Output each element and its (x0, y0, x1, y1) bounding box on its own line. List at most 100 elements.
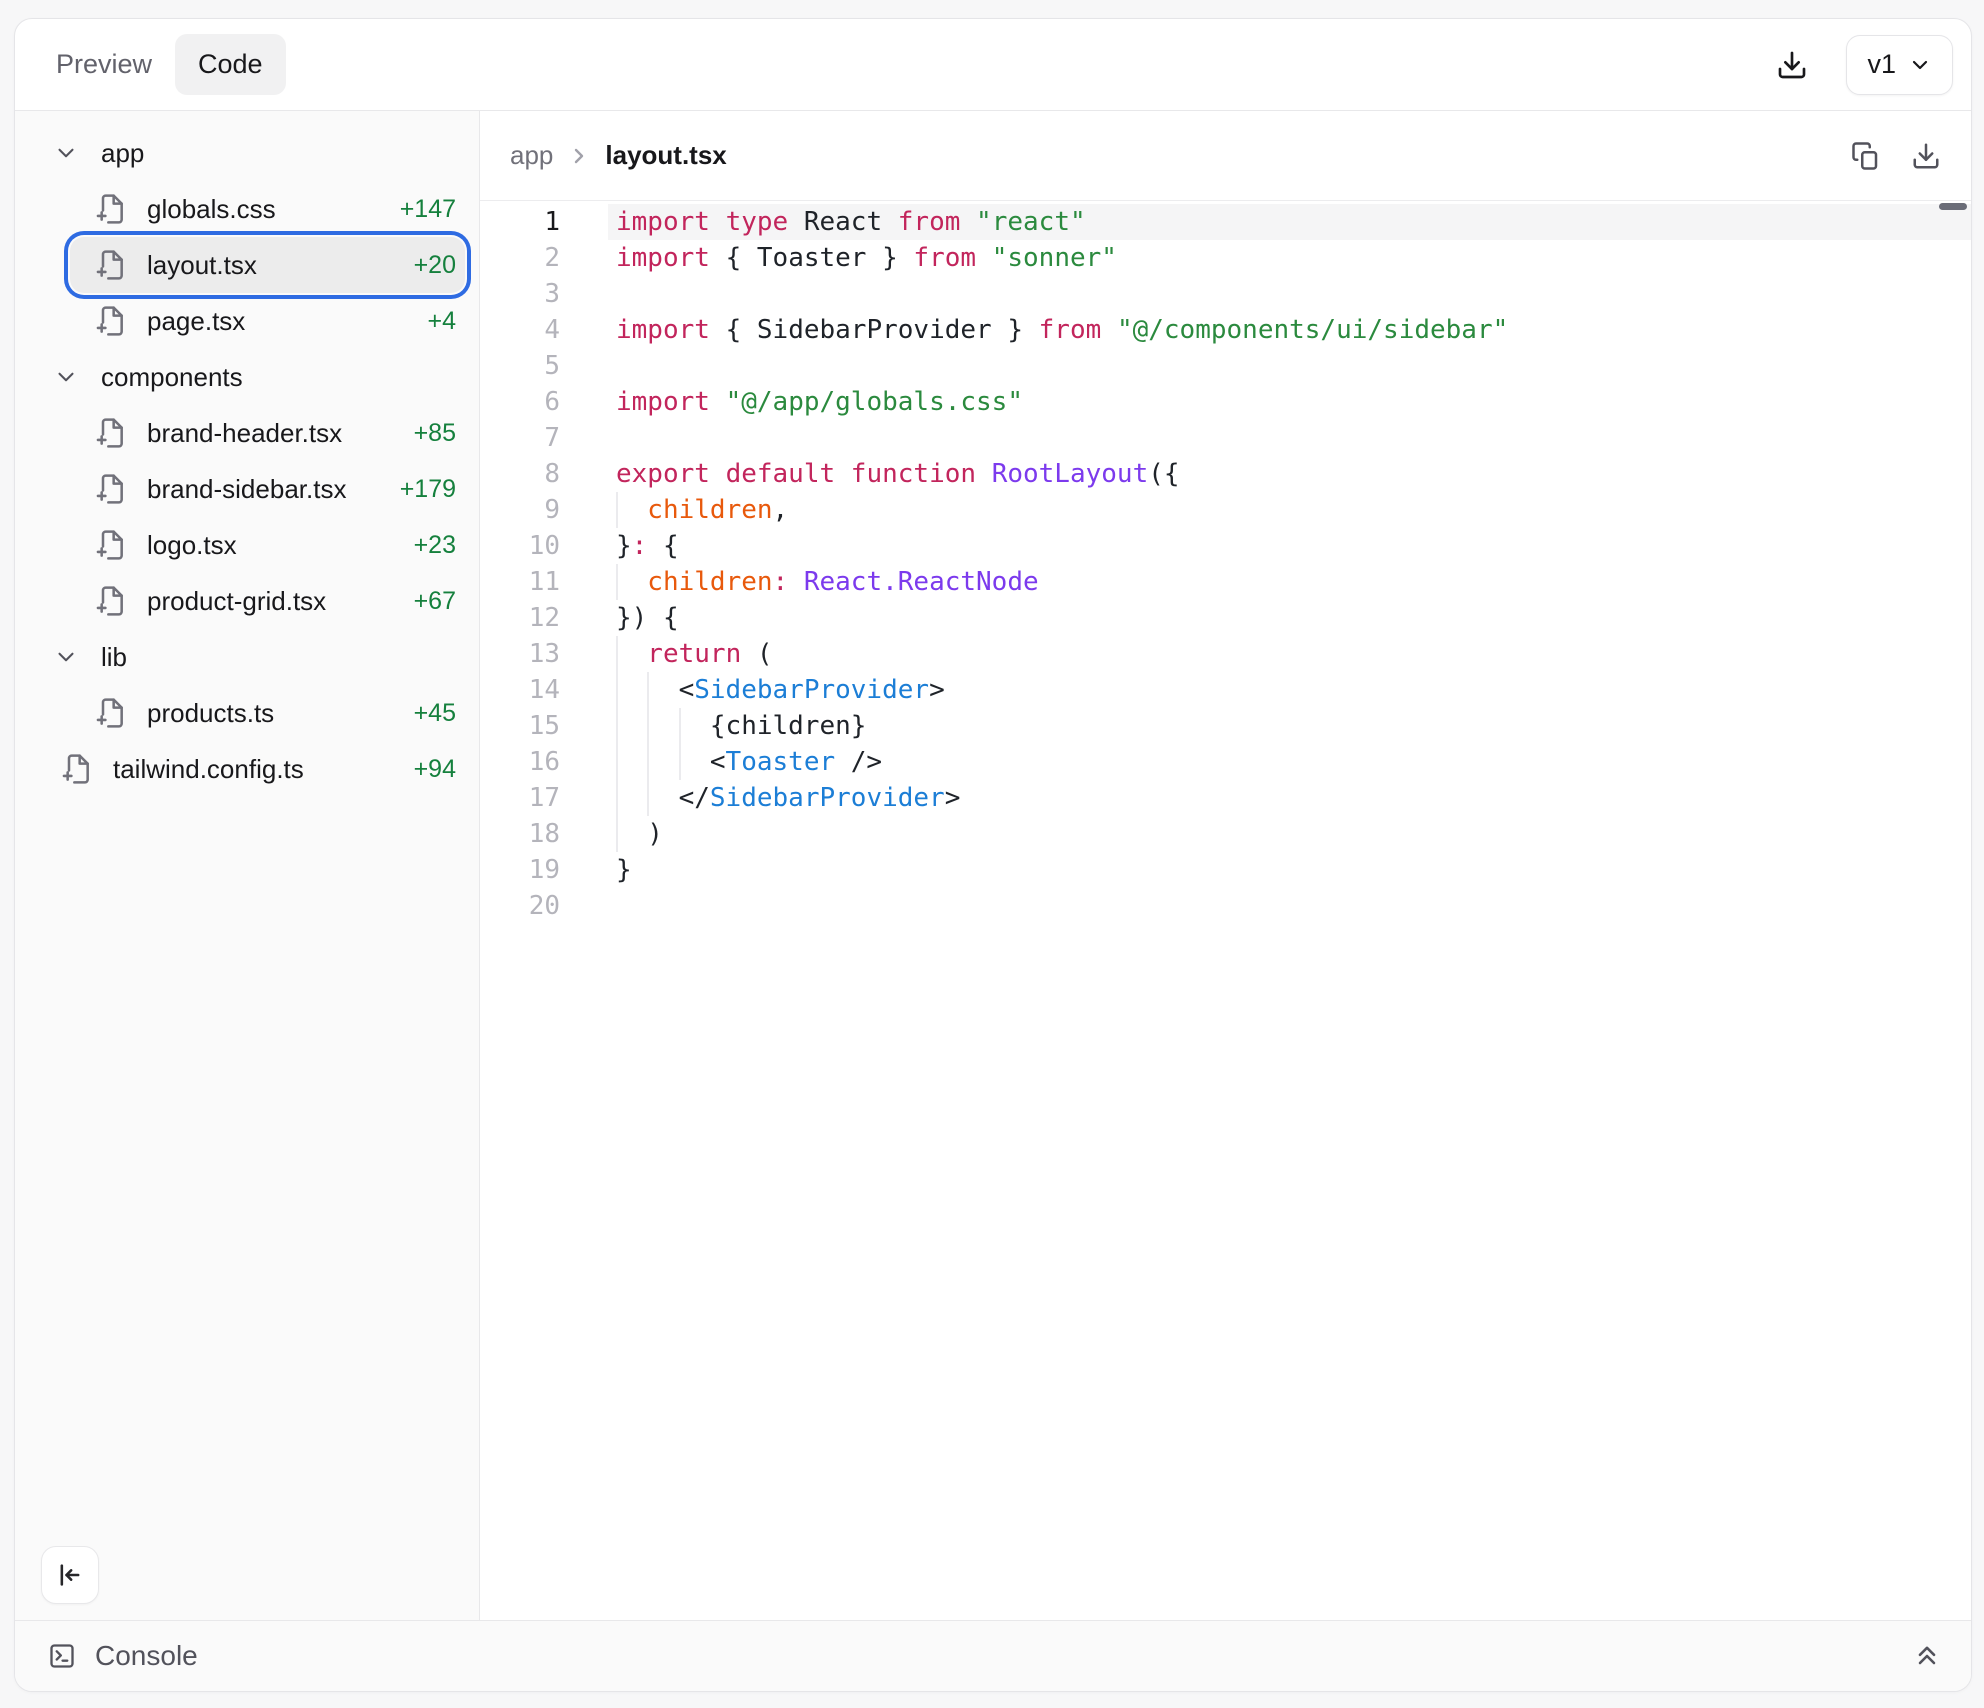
line-number: 16 (480, 744, 560, 780)
diff-added-badge: +179 (400, 475, 456, 504)
chevron-right-icon (567, 144, 591, 168)
line-content: {children} (608, 708, 1971, 744)
file-name: layout.tsx (147, 250, 257, 281)
folder-row-components[interactable]: components (15, 349, 465, 405)
file-row-page-tsx[interactable]: page.tsx+4 (70, 293, 465, 349)
line-content: }: { (608, 528, 1971, 564)
console-label: Console (95, 1640, 198, 1672)
code-line: 8 export default function RootLayout({ (480, 456, 1971, 492)
indent-guide (616, 708, 647, 744)
file-plus-icon (95, 193, 127, 225)
line-number: 20 (480, 888, 560, 924)
line-content: children: React.ReactNode (608, 564, 1971, 600)
diff-added-badge: +94 (414, 755, 456, 784)
indent-guide (616, 816, 647, 852)
version-dropdown[interactable]: v1 (1846, 35, 1953, 95)
terminal-icon (48, 1642, 76, 1670)
line-number: 17 (480, 780, 560, 816)
folder-name: lib (101, 642, 127, 673)
main-area: appglobals.css+147layout.tsx+20page.tsx+… (15, 111, 1971, 1620)
file-plus-icon (95, 249, 127, 281)
file-plus-icon (95, 529, 127, 561)
download-code-button[interactable] (1911, 141, 1941, 171)
line-number: 9 (480, 492, 560, 528)
diff-added-badge: +23 (414, 531, 456, 560)
folder-name: components (101, 362, 243, 393)
line-content (608, 276, 1971, 312)
line-number: 2 (480, 240, 560, 276)
file-row-brand-sidebar-tsx[interactable]: brand-sidebar.tsx +179 (70, 461, 465, 517)
code-lines: 1import type React from "react"2import {… (480, 204, 1971, 924)
download-icon (1911, 141, 1941, 171)
file-row-globals-css[interactable]: globals.css +147 (70, 181, 465, 237)
code-line: 20 (480, 888, 1971, 924)
code-line: 18) (480, 816, 1971, 852)
download-button[interactable] (1776, 49, 1808, 81)
indent-guide (616, 744, 647, 780)
file-row-logo-tsx[interactable]: logo.tsx+23 (70, 517, 465, 573)
line-number: 14 (480, 672, 560, 708)
chevron-down-icon (53, 644, 79, 670)
file-plus-icon (95, 585, 127, 617)
file-row-tailwind-config-ts[interactable]: tailwind.config.ts +94 (45, 741, 465, 797)
breadcrumb-folder[interactable]: app (510, 140, 553, 171)
file-row-products-ts[interactable]: products.ts+45 (70, 685, 465, 741)
app-window: Preview Code v1 appglobals.css+147layout… (14, 18, 1972, 1692)
folder-name: app (101, 138, 144, 169)
code-line: 6import "@/app/globals.css" (480, 384, 1971, 420)
line-content: } (608, 852, 1971, 888)
line-content: <SidebarProvider> (608, 672, 1971, 708)
version-label: v1 (1867, 49, 1896, 80)
indent-guide (679, 744, 710, 780)
collapse-sidebar-button[interactable] (41, 1546, 99, 1604)
code-line: 11children: React.ReactNode (480, 564, 1971, 600)
folder-row-lib[interactable]: lib (15, 629, 465, 685)
file-row-product-grid-tsx[interactable]: product-grid.tsx+67 (70, 573, 465, 629)
scrollbar-thumb[interactable] (1939, 203, 1967, 210)
code-line: 13return ( (480, 636, 1971, 672)
file-plus-icon (95, 305, 127, 337)
diff-added-badge: +85 (414, 419, 456, 448)
line-content: }) { (608, 600, 1971, 636)
line-content: </SidebarProvider> (608, 780, 1971, 816)
indent-guide (647, 708, 678, 744)
line-number: 12 (480, 600, 560, 636)
tab-code[interactable]: Code (175, 34, 286, 95)
code-line: 5 (480, 348, 1971, 384)
indent-guide (616, 636, 647, 672)
chevron-down-icon (53, 364, 79, 390)
diff-added-badge: +147 (400, 195, 456, 224)
line-content: export default function RootLayout({ (608, 456, 1971, 492)
code-line: 3 (480, 276, 1971, 312)
file-name: brand-header.tsx (147, 418, 342, 449)
file-row-layout-tsx[interactable]: layout.tsx+20 (70, 237, 465, 293)
line-number: 4 (480, 312, 560, 348)
line-content (608, 420, 1971, 456)
indent-guide (647, 672, 678, 708)
line-number: 13 (480, 636, 560, 672)
tab-preview[interactable]: Preview (33, 34, 175, 95)
copy-code-button[interactable] (1851, 141, 1881, 171)
line-number: 10 (480, 528, 560, 564)
file-name: globals.css (147, 194, 276, 225)
code-line: 1import type React from "react" (480, 204, 1971, 240)
file-name: product-grid.tsx (147, 586, 326, 617)
copy-icon (1851, 141, 1881, 171)
file-plus-icon (95, 417, 127, 449)
chevrons-up-icon[interactable] (1913, 1642, 1941, 1670)
file-row-brand-header-tsx[interactable]: brand-header.tsx +85 (70, 405, 465, 461)
code-line: 2import { Toaster } from "sonner" (480, 240, 1971, 276)
file-name: tailwind.config.ts (113, 754, 304, 785)
line-number: 18 (480, 816, 560, 852)
console-bar[interactable]: Console (15, 1620, 1971, 1691)
diff-added-badge: +4 (427, 307, 456, 336)
file-name: brand-sidebar.tsx (147, 474, 346, 505)
toolbar-actions: v1 (1776, 35, 1953, 95)
indent-guide (616, 492, 647, 528)
indent-guide (679, 708, 710, 744)
folder-row-app[interactable]: app (15, 125, 465, 181)
line-content: ) (608, 816, 1971, 852)
line-content (608, 888, 1971, 924)
line-number: 8 (480, 456, 560, 492)
file-plus-icon (95, 697, 127, 729)
